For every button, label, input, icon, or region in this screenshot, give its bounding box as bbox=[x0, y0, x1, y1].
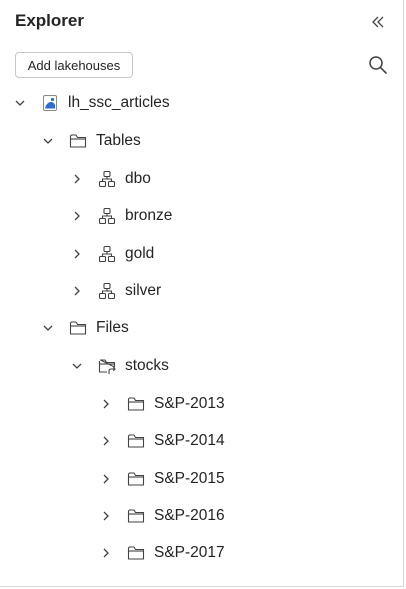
chevron-down-icon[interactable] bbox=[42, 322, 54, 334]
tree-item-schema-bronze[interactable]: bronze bbox=[71, 201, 172, 231]
chevron-right-icon[interactable] bbox=[100, 547, 112, 559]
panel-title: Explorer bbox=[15, 11, 84, 30]
tree-item-label: S&P-2015 bbox=[154, 470, 225, 487]
tree-item-folder[interactable]: S&P-2013 bbox=[100, 389, 225, 419]
double-chevron-left-icon bbox=[372, 16, 384, 28]
tree-item-schema-gold[interactable]: gold bbox=[71, 239, 154, 269]
tree-item-schema-silver[interactable]: silver bbox=[71, 276, 161, 306]
folder-icon bbox=[126, 506, 146, 526]
explorer-panel: Explorer Add lakehouses lh_ssc_articles bbox=[0, 0, 404, 587]
folder-icon bbox=[68, 131, 88, 151]
tree-item-label: Files bbox=[96, 319, 129, 336]
schema-icon bbox=[97, 244, 117, 264]
folder-icon bbox=[126, 543, 146, 563]
tree-item-folder[interactable]: S&P-2016 bbox=[100, 501, 225, 531]
tree-item-tables[interactable]: Tables bbox=[42, 126, 141, 156]
tree-item-label: dbo bbox=[125, 170, 151, 187]
lakehouse-icon bbox=[40, 93, 60, 113]
chevron-right-icon[interactable] bbox=[100, 473, 112, 485]
folder-icon bbox=[68, 318, 88, 338]
tree-item-folder[interactable]: S&P-2015 bbox=[100, 464, 225, 494]
tree-item-label: S&P-2016 bbox=[154, 507, 225, 524]
tree-item-folder[interactable]: S&P-2014 bbox=[100, 426, 225, 456]
search-button[interactable] bbox=[366, 53, 390, 77]
search-icon bbox=[369, 56, 387, 74]
add-lakehouses-button[interactable]: Add lakehouses bbox=[15, 52, 133, 78]
tree-item-folder[interactable]: S&P-2017 bbox=[100, 538, 225, 568]
tree-item-label: stocks bbox=[125, 357, 169, 374]
tree-item-label: S&P-2014 bbox=[154, 432, 225, 449]
schema-icon bbox=[97, 169, 117, 189]
folder-icon bbox=[126, 394, 146, 414]
chevron-down-icon[interactable] bbox=[42, 135, 54, 147]
tree-item-stocks[interactable]: stocks bbox=[71, 351, 169, 381]
chevron-right-icon[interactable] bbox=[100, 435, 112, 447]
folder-shortcut-icon bbox=[97, 356, 117, 376]
folder-icon bbox=[126, 431, 146, 451]
chevron-right-icon[interactable] bbox=[100, 510, 112, 522]
chevron-right-icon[interactable] bbox=[71, 248, 83, 260]
tree-item-lakehouse[interactable]: lh_ssc_articles bbox=[14, 88, 170, 118]
collapse-panel-button[interactable] bbox=[366, 10, 390, 34]
schema-icon bbox=[97, 206, 117, 226]
tree-item-label: gold bbox=[125, 245, 155, 262]
chevron-right-icon[interactable] bbox=[71, 285, 83, 297]
tree-item-files[interactable]: Files bbox=[42, 313, 129, 343]
tree-item-schema-dbo[interactable]: dbo bbox=[71, 164, 151, 194]
chevron-right-icon[interactable] bbox=[71, 210, 83, 222]
tree-item-label: lh_ssc_articles bbox=[68, 94, 170, 111]
tree-item-label: bronze bbox=[125, 207, 173, 224]
tree-item-label: S&P-2013 bbox=[154, 395, 225, 412]
chevron-right-icon[interactable] bbox=[71, 173, 83, 185]
chevron-right-icon[interactable] bbox=[100, 398, 112, 410]
tree-item-label: S&P-2017 bbox=[154, 544, 225, 561]
schema-icon bbox=[97, 281, 117, 301]
chevron-down-icon[interactable] bbox=[14, 97, 26, 109]
tree-item-label: Tables bbox=[96, 132, 141, 149]
folder-icon bbox=[126, 469, 146, 489]
chevron-down-icon[interactable] bbox=[71, 360, 83, 372]
tree-item-label: silver bbox=[125, 282, 162, 299]
